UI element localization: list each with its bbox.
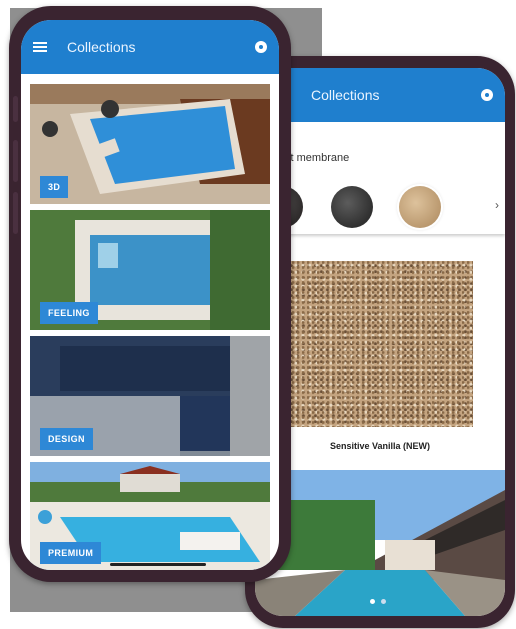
pool-image[interactable] xyxy=(255,470,505,616)
chevron-right-icon[interactable]: › xyxy=(495,198,499,212)
pager-dot[interactable] xyxy=(381,599,386,604)
volume-button xyxy=(13,96,18,122)
volume-button xyxy=(13,140,18,182)
collections-screen: Collections 3D FEELING DESIGN PREMIUM xyxy=(21,20,279,570)
app-title: Collections xyxy=(67,39,136,55)
phone-front: Collections 3D FEELING DESIGN PREMIUM xyxy=(9,6,291,582)
menu-icon[interactable] xyxy=(33,42,47,52)
collection-label: FEELING xyxy=(40,302,98,324)
pager-dot[interactable] xyxy=(370,599,375,604)
collection-label: PREMIUM xyxy=(40,542,102,564)
collection-card-3d[interactable]: 3D xyxy=(30,84,270,204)
swatch-sand[interactable] xyxy=(399,186,441,228)
product-name: Sensitive Vanilla (NEW) xyxy=(329,441,431,451)
app-title: Collections xyxy=(311,87,380,103)
collection-card-feeling[interactable]: FEELING xyxy=(30,210,270,330)
app-bar: Collections xyxy=(255,68,505,122)
carousel-pager xyxy=(370,599,386,604)
collection-label: 3D xyxy=(40,176,69,198)
pool-scene-illustration xyxy=(255,470,505,616)
membrane-sample-image xyxy=(277,261,473,427)
membrane-screen: Collections Select membrane › Sensitive … xyxy=(255,68,505,616)
gear-icon[interactable] xyxy=(255,41,267,53)
home-indicator[interactable] xyxy=(110,563,206,566)
membrane-panel: Select membrane › xyxy=(255,122,505,234)
app-bar: Collections xyxy=(21,20,279,74)
volume-button xyxy=(13,192,18,234)
collection-label: DESIGN xyxy=(40,428,93,450)
collection-card-premium[interactable]: PREMIUM xyxy=(30,462,270,570)
gear-icon[interactable] xyxy=(481,89,493,101)
collection-card-design[interactable]: DESIGN xyxy=(30,336,270,456)
swatch-dark-gray[interactable] xyxy=(331,186,373,228)
